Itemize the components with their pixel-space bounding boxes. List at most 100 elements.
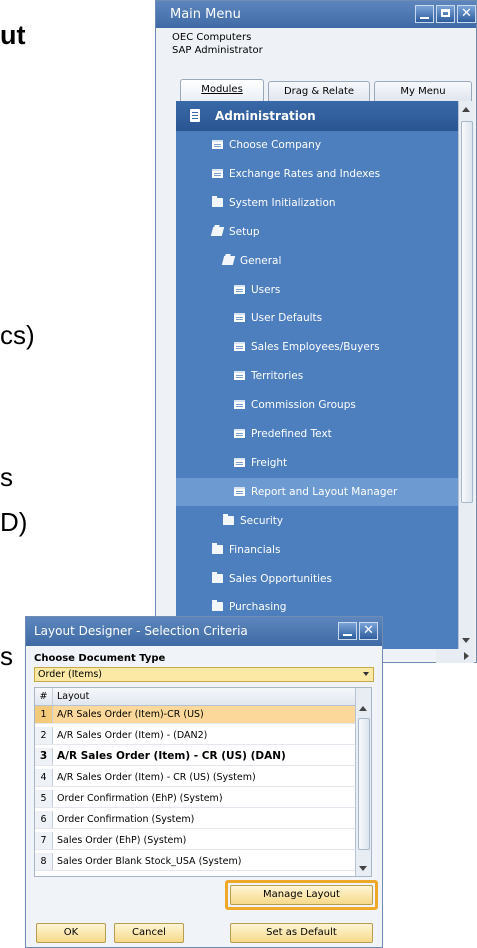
folder-icon bbox=[223, 513, 234, 525]
table-row[interactable]: 5 Order Confirmation (EhP) (System) bbox=[35, 790, 355, 808]
form-icon bbox=[234, 342, 245, 352]
chevron-down-icon bbox=[363, 672, 369, 676]
tree-item-label: Sales Opportunities bbox=[229, 572, 332, 585]
layout-name: Order Confirmation (EhP) (System) bbox=[57, 793, 223, 804]
form-icon bbox=[212, 140, 223, 149]
slide-text-fragment: s bbox=[0, 462, 13, 492]
manage-layout-button[interactable]: Manage Layout bbox=[230, 885, 373, 905]
table-header: # Layout bbox=[35, 688, 355, 706]
user-name: SAP Administrator bbox=[172, 45, 263, 56]
tree-item[interactable]: Territories bbox=[176, 362, 458, 390]
tree-item[interactable]: Sales Employees/Buyers bbox=[176, 333, 458, 361]
form-icon bbox=[234, 457, 245, 467]
table-row[interactable]: 8 Sales Order Blank Stock_USA (System) bbox=[35, 853, 355, 871]
choose-document-type-label: Choose Document Type bbox=[34, 653, 166, 664]
tree-item-label: Financials bbox=[229, 543, 281, 556]
tree-item[interactable]: Exchange Rates and Indexes bbox=[176, 160, 458, 188]
form-icon bbox=[212, 168, 223, 178]
slide-text-fragment: s bbox=[0, 641, 13, 671]
table-row[interactable]: 1 A/R Sales Order (Item)-CR (US) bbox=[35, 706, 355, 724]
layout-designer-titlebar[interactable]: Layout Designer - Selection Criteria ✕ bbox=[26, 617, 382, 646]
layout-name: Order Confirmation (System) bbox=[57, 814, 195, 825]
horizontal-scrollbar[interactable] bbox=[436, 649, 474, 663]
cancel-button[interactable]: Cancel bbox=[114, 923, 184, 943]
slide-text-fragment: ut bbox=[0, 20, 26, 50]
tree-item[interactable]: Financials bbox=[176, 536, 458, 564]
tree-item[interactable]: User Defaults bbox=[176, 304, 458, 332]
tree-item-label: Setup bbox=[229, 225, 260, 238]
layout-name: Sales Order (EhP) (System) bbox=[57, 835, 187, 846]
window-controls: ✕ bbox=[415, 5, 476, 23]
tree-item[interactable]: Security bbox=[176, 507, 458, 535]
tree-item[interactable]: Freight bbox=[176, 449, 458, 477]
tree-item-label: Commission Groups bbox=[251, 399, 356, 412]
table-row[interactable]: 3 A/R Sales Order (Item) - CR (US) (DAN) bbox=[35, 748, 355, 766]
minimize-icon[interactable] bbox=[415, 5, 434, 23]
row-number: 5 bbox=[35, 790, 53, 807]
tree-item[interactable]: Choose Company bbox=[176, 131, 458, 159]
main-menu-window: Main Menu ✕ OEC Computers SAP Administra… bbox=[155, 0, 477, 663]
folder-icon bbox=[212, 542, 223, 554]
folder-open-icon bbox=[221, 255, 236, 265]
row-number: 2 bbox=[35, 727, 53, 744]
scroll-right-icon[interactable] bbox=[464, 652, 469, 660]
form-icon bbox=[234, 486, 245, 496]
layout-table: # Layout 1 A/R Sales Order (Item)-CR (US)… bbox=[34, 687, 372, 877]
scroll-thumb[interactable] bbox=[461, 121, 473, 503]
scroll-down-icon[interactable] bbox=[359, 866, 367, 871]
tree-item-label: Freight bbox=[251, 456, 288, 469]
slide-text-fragment: cs) bbox=[0, 320, 35, 350]
tree-item[interactable]: General bbox=[176, 247, 458, 275]
table-row[interactable]: 2 A/R Sales Order (Item) - (DAN2) bbox=[35, 727, 355, 745]
table-row[interactable]: 6 Order Confirmation (System) bbox=[35, 811, 355, 829]
scroll-thumb[interactable] bbox=[358, 718, 370, 850]
tree-item[interactable]: Report and Layout Manager bbox=[176, 477, 458, 506]
vertical-scrollbar[interactable] bbox=[458, 101, 474, 649]
scroll-up-icon[interactable] bbox=[359, 706, 367, 711]
layout-name: A/R Sales Order (Item) - (DAN2) bbox=[57, 730, 208, 741]
close-icon[interactable]: ✕ bbox=[457, 5, 476, 23]
folder-icon bbox=[212, 195, 223, 207]
tree-item[interactable]: Predefined Text bbox=[176, 420, 458, 448]
tree-item-label: General bbox=[240, 254, 282, 267]
tree-item-label: System Initialization bbox=[229, 196, 336, 209]
column-header-number: # bbox=[35, 688, 53, 705]
folder-icon bbox=[212, 600, 223, 612]
maximize-icon[interactable] bbox=[436, 5, 455, 23]
tree-item[interactable]: Commission Groups bbox=[176, 391, 458, 419]
scroll-up-icon[interactable] bbox=[462, 107, 470, 112]
tab-modules[interactable]: Modules bbox=[180, 79, 264, 102]
table-row[interactable]: 7 Sales Order (EhP) (System) bbox=[35, 832, 355, 850]
main-menu-tabs: Modules Drag & Relate My Menu bbox=[180, 79, 472, 102]
tab-drag-relate[interactable]: Drag & Relate bbox=[268, 81, 370, 102]
tree-item[interactable]: System Initialization bbox=[176, 189, 458, 217]
tree-item[interactable]: Setup bbox=[176, 218, 458, 246]
main-menu-title: Main Menu bbox=[170, 7, 241, 22]
slide-text-fragment: D) bbox=[0, 507, 28, 537]
module-header-administration[interactable]: Administration bbox=[176, 101, 458, 131]
layout-name: Sales Order Blank Stock_USA (System) bbox=[57, 856, 242, 867]
tree-item-label: Users bbox=[251, 283, 281, 296]
tree-item[interactable]: Sales Opportunities bbox=[176, 565, 458, 593]
folder-icon bbox=[212, 571, 223, 583]
tree-item-label: User Defaults bbox=[251, 312, 323, 325]
row-number: 8 bbox=[35, 853, 53, 870]
tab-my-menu[interactable]: My Menu bbox=[374, 81, 472, 102]
document-icon bbox=[190, 109, 200, 122]
minimize-icon[interactable] bbox=[338, 622, 357, 640]
tree-item[interactable]: Users bbox=[176, 276, 458, 304]
ok-button[interactable]: OK bbox=[36, 923, 106, 943]
layout-name: A/R Sales Order (Item) - CR (US) (DAN) bbox=[57, 750, 286, 762]
table-row[interactable]: 4 A/R Sales Order (Item) - CR (US) (Syste… bbox=[35, 769, 355, 787]
folder-open-icon bbox=[210, 226, 225, 236]
form-icon bbox=[234, 371, 245, 381]
dialog-title: Layout Designer - Selection Criteria bbox=[34, 624, 248, 638]
main-menu-titlebar[interactable]: Main Menu ✕ bbox=[156, 1, 476, 28]
layout-table-scrollbar[interactable] bbox=[355, 688, 371, 876]
tree-item-label: Choose Company bbox=[229, 139, 322, 151]
close-icon[interactable]: ✕ bbox=[359, 622, 378, 640]
set-as-default-button[interactable]: Set as Default bbox=[230, 923, 373, 943]
scroll-down-icon[interactable] bbox=[462, 638, 470, 643]
tree-item-label: Security bbox=[240, 514, 284, 527]
document-type-select[interactable]: Order (Items) bbox=[34, 667, 374, 682]
